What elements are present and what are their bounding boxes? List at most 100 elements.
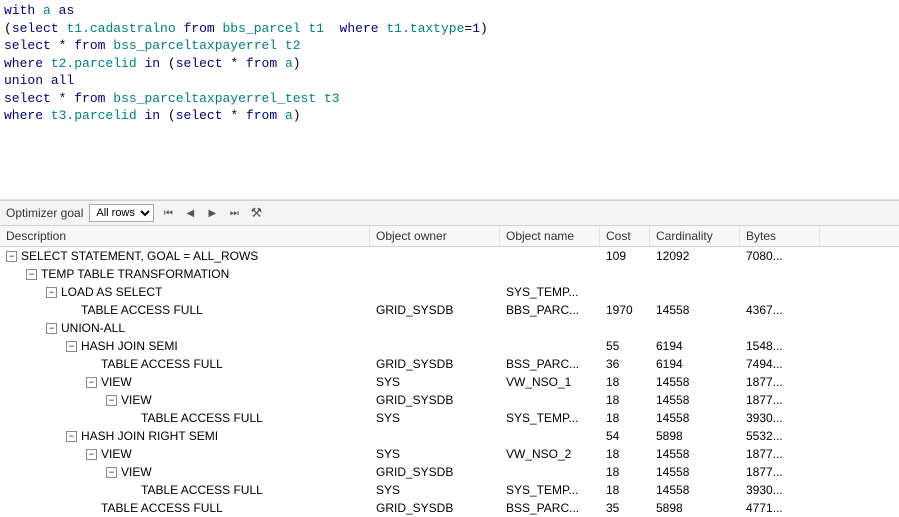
plan-card — [650, 273, 740, 275]
optimizer-goal-label: Optimizer goal — [6, 206, 83, 220]
plan-row[interactable]: −SELECT STATEMENT, GOAL = ALL_ROWS109120… — [0, 247, 899, 265]
plan-owner: GRID_SYSDB — [370, 500, 500, 516]
plan-card: 14558 — [650, 302, 740, 318]
plan-cost — [600, 273, 650, 275]
prev-button[interactable]: ◀ — [182, 205, 198, 221]
plan-card: 14558 — [650, 374, 740, 390]
plan-cost: 18 — [600, 374, 650, 390]
plan-objname: BSS_PARC... — [500, 356, 600, 372]
plan-bytes: 7080... — [740, 248, 820, 264]
plan-description: VIEW — [121, 393, 152, 407]
plan-owner: SYS — [370, 482, 500, 498]
column-header-owner[interactable]: Object owner — [370, 226, 500, 246]
plan-row[interactable]: TABLE ACCESS FULLSYSSYS_TEMP...181455839… — [0, 409, 899, 427]
grid-header: Description Object owner Object name Cos… — [0, 226, 899, 247]
plan-row[interactable]: −VIEWGRID_SYSDB18145581877... — [0, 391, 899, 409]
plan-cost: 18 — [600, 392, 650, 408]
plan-owner — [370, 435, 500, 437]
plan-owner — [370, 327, 500, 329]
settings-button[interactable]: ⚒ — [248, 205, 264, 221]
plan-card: 12092 — [650, 248, 740, 264]
plan-description: TABLE ACCESS FULL — [141, 411, 263, 425]
plan-bytes: 3930... — [740, 482, 820, 498]
plan-bytes — [740, 327, 820, 329]
plan-objname — [500, 399, 600, 401]
column-header-objname[interactable]: Object name — [500, 226, 600, 246]
plan-row[interactable]: −UNION-ALL — [0, 319, 899, 337]
plan-description: LOAD AS SELECT — [61, 285, 162, 299]
tree-toggle[interactable]: − — [26, 269, 37, 280]
plan-bytes: 1548... — [740, 338, 820, 354]
plan-row[interactable]: −HASH JOIN RIGHT SEMI5458985532... — [0, 427, 899, 445]
plan-owner: SYS — [370, 446, 500, 462]
plan-row[interactable]: TABLE ACCESS FULLGRID_SYSDBBSS_PARC...36… — [0, 355, 899, 373]
plan-owner: GRID_SYSDB — [370, 464, 500, 480]
plan-objname: VW_NSO_2 — [500, 446, 600, 462]
plan-cost: 55 — [600, 338, 650, 354]
plan-owner — [370, 273, 500, 275]
tree-toggle[interactable]: − — [106, 395, 117, 406]
plan-bytes: 1877... — [740, 446, 820, 462]
plan-bytes: 4367... — [740, 302, 820, 318]
optimizer-goal-select[interactable]: All rows — [89, 204, 154, 222]
plan-cost: 35 — [600, 500, 650, 516]
plan-card: 6194 — [650, 356, 740, 372]
plan-owner: GRID_SYSDB — [370, 356, 500, 372]
plan-bytes: 1877... — [740, 374, 820, 390]
plan-objname: BSS_PARC... — [500, 500, 600, 516]
tree-toggle[interactable]: − — [6, 251, 17, 262]
plan-description: TEMP TABLE TRANSFORMATION — [41, 267, 229, 281]
first-button[interactable]: ⏮ — [160, 205, 176, 221]
plan-objname — [500, 255, 600, 257]
tree-toggle[interactable]: − — [106, 467, 117, 478]
plan-row[interactable]: −HASH JOIN SEMI5561941548... — [0, 337, 899, 355]
column-header-bytes[interactable]: Bytes — [740, 226, 820, 246]
plan-card: 14558 — [650, 482, 740, 498]
column-header-cost[interactable]: Cost — [600, 226, 650, 246]
plan-objname: BBS_PARC... — [500, 302, 600, 318]
plan-description: VIEW — [101, 375, 132, 389]
plan-objname — [500, 327, 600, 329]
plan-row[interactable]: TABLE ACCESS FULLGRID_SYSDBBBS_PARC...19… — [0, 301, 899, 319]
plan-description: TABLE ACCESS FULL — [101, 501, 223, 515]
plan-card: 14558 — [650, 410, 740, 426]
plan-owner — [370, 255, 500, 257]
plan-objname — [500, 273, 600, 275]
plan-description: VIEW — [121, 465, 152, 479]
tree-toggle[interactable]: − — [86, 377, 97, 388]
plan-row[interactable]: TABLE ACCESS FULLSYSSYS_TEMP...181455839… — [0, 481, 899, 499]
plan-bytes: 7494... — [740, 356, 820, 372]
plan-cost: 18 — [600, 410, 650, 426]
column-header-description[interactable]: Description — [0, 226, 370, 246]
plan-card: 5898 — [650, 500, 740, 516]
plan-row[interactable]: TABLE ACCESS FULL GRID_SYSDBBSS_PARC...35… — [0, 499, 899, 517]
explain-plan-grid: Description Object owner Object name Cos… — [0, 226, 899, 517]
next-button[interactable]: ▶ — [204, 205, 220, 221]
plan-cost — [600, 327, 650, 329]
plan-cost — [600, 291, 650, 293]
plan-row[interactable]: −VIEWSYSVW_NSO_118145581877... — [0, 373, 899, 391]
plan-card — [650, 291, 740, 293]
column-header-cardinality[interactable]: Cardinality — [650, 226, 740, 246]
plan-objname — [500, 345, 600, 347]
plan-row[interactable]: −TEMP TABLE TRANSFORMATION — [0, 265, 899, 283]
plan-card: 5898 — [650, 428, 740, 444]
tree-toggle[interactable]: − — [66, 341, 77, 352]
tree-toggle[interactable]: − — [66, 431, 77, 442]
plan-description: TABLE ACCESS FULL — [101, 357, 223, 371]
plan-row[interactable]: −LOAD AS SELECTSYS_TEMP... — [0, 283, 899, 301]
plan-row[interactable]: −VIEWSYSVW_NSO_218145581877... — [0, 445, 899, 463]
sql-editor[interactable]: with a as(select t1.cadastralno from bbs… — [0, 0, 899, 200]
last-button[interactable]: ⏭ — [226, 205, 242, 221]
tree-toggle[interactable]: − — [46, 287, 57, 298]
plan-description: TABLE ACCESS FULL — [141, 483, 263, 497]
plan-objname: SYS_TEMP... — [500, 482, 600, 498]
plan-cost: 109 — [600, 248, 650, 264]
tree-toggle[interactable]: − — [46, 323, 57, 334]
plan-bytes: 1877... — [740, 464, 820, 480]
plan-bytes: 4771... — [740, 500, 820, 516]
tree-toggle[interactable]: − — [86, 449, 97, 460]
plan-owner: SYS — [370, 374, 500, 390]
plan-description: HASH JOIN SEMI — [81, 339, 178, 353]
plan-row[interactable]: −VIEWGRID_SYSDB18145581877... — [0, 463, 899, 481]
